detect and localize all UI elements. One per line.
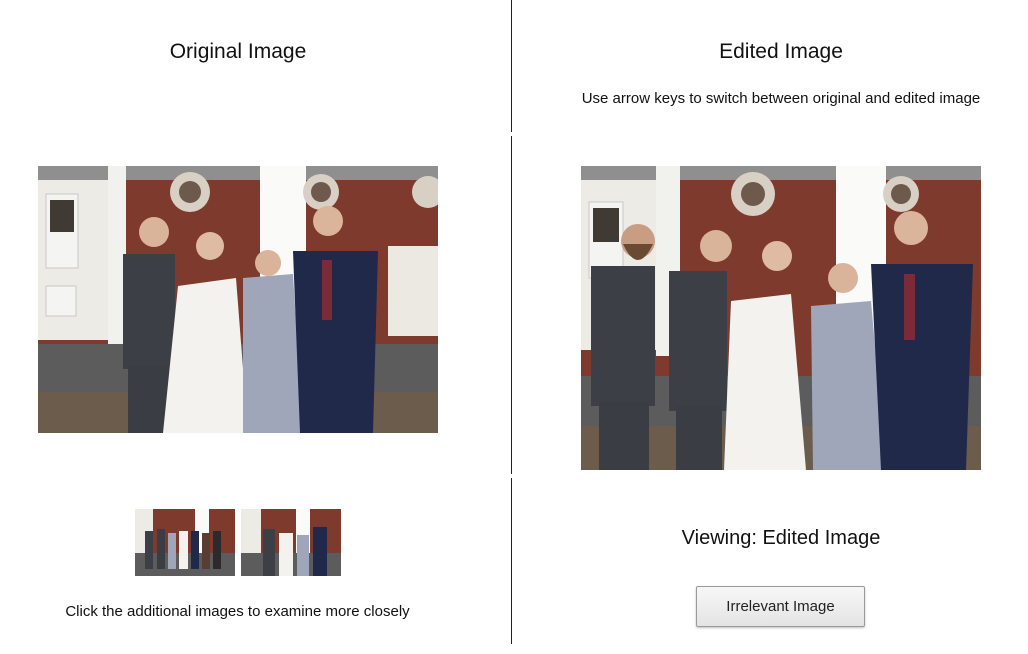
viewing-status: Viewing: Edited Image xyxy=(681,527,881,549)
edited-photo xyxy=(581,166,981,470)
panel-divider-top xyxy=(511,0,512,132)
edited-image-title: Edited Image xyxy=(719,40,843,63)
original-image-title: Original Image xyxy=(169,40,307,63)
panel-divider-middle xyxy=(511,136,512,474)
additional-image-thumbnail-1[interactable] xyxy=(135,509,235,576)
additional-image-thumbnail-2[interactable] xyxy=(241,509,341,576)
thumbnails-instruction: Click the additional images to examine m… xyxy=(65,603,410,620)
panel-divider-bottom xyxy=(511,478,512,644)
irrelevant-image-button[interactable]: Irrelevant Image xyxy=(696,586,865,627)
original-photo xyxy=(38,166,438,433)
arrow-keys-instruction: Use arrow keys to switch between origina… xyxy=(581,90,981,107)
